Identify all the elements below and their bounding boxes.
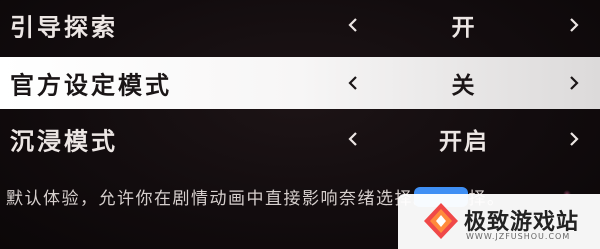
chevron-right-icon[interactable] [563,10,585,40]
settings-panel: 引导探索 开 官方设定模式 关 沉浸模式 开启 [0,0,600,180]
chevron-left-icon[interactable] [342,68,364,98]
option-row-guided-exploration[interactable]: 引导探索 开 [0,2,600,48]
option-row-immersive-mode[interactable]: 沉浸模式 开启 [0,115,600,163]
watermark-url: WWW.JZFUSHOU.COM [466,232,571,241]
chevron-left-icon[interactable] [342,10,364,40]
option-label: 官方设定模式 [10,70,172,100]
chevron-right-icon[interactable] [563,124,585,154]
watermark-logo-icon [424,203,458,239]
option-label: 沉浸模式 [10,126,118,156]
option-value: 开启 [439,128,489,155]
option-value: 关 [451,72,477,99]
option-label: 引导探索 [10,12,118,42]
chevron-left-icon[interactable] [342,124,364,154]
site-watermark: 极致游戏站 WWW.JZFUSHOU.COM [398,194,600,249]
chevron-right-icon[interactable] [563,68,585,98]
option-row-official-setting-mode[interactable]: 官方设定模式 关 [0,57,600,109]
option-value: 开 [451,14,477,41]
